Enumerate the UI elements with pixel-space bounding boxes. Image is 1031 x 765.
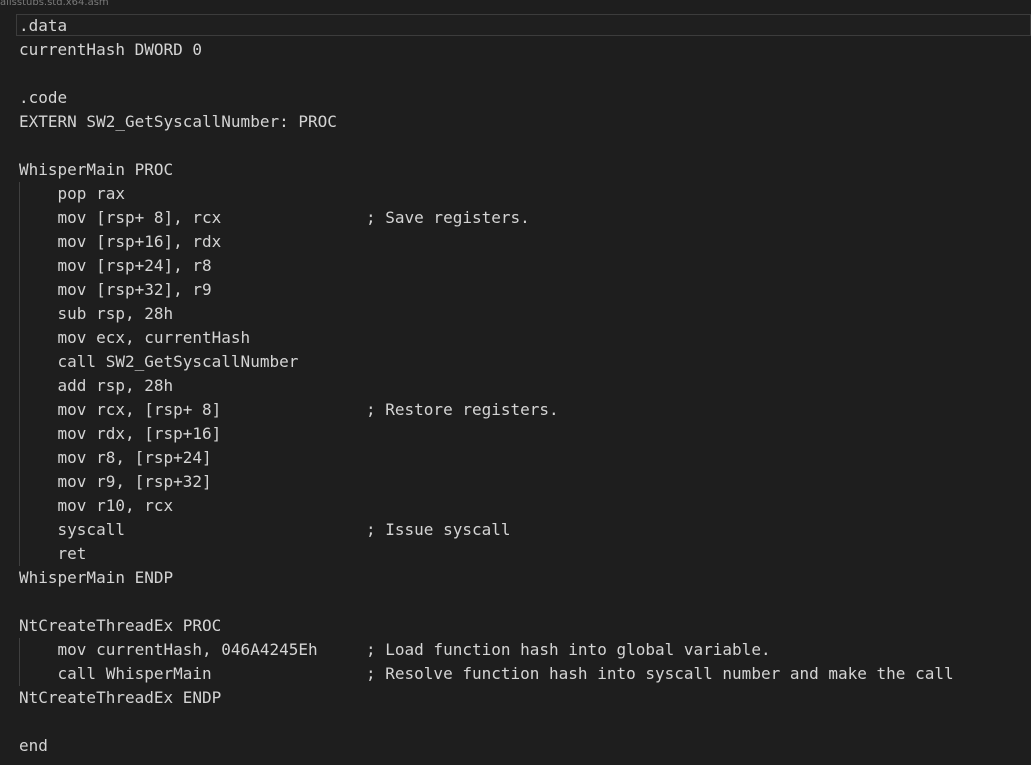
code-line[interactable]: mov rcx, [rsp+ 8] ; Restore registers. — [19, 398, 954, 422]
code-line[interactable] — [19, 62, 954, 86]
code-text: WhisperMain PROC — [19, 160, 174, 179]
code-line[interactable]: WhisperMain ENDP — [19, 566, 954, 590]
code-text: mov r8, [rsp+24] — [19, 448, 212, 467]
code-line[interactable]: end — [19, 734, 954, 758]
code-comment: ; Issue syscall — [366, 520, 511, 539]
code-line[interactable]: mov r9, [rsp+32] — [19, 470, 954, 494]
code-text: pop rax — [19, 184, 125, 203]
code-text: mov [rsp+32], r9 — [19, 280, 212, 299]
code-line[interactable]: mov [rsp+ 8], rcx ; Save registers. — [19, 206, 954, 230]
code-text: mov rcx, [rsp+ 8] — [19, 400, 222, 419]
code-text: sub rsp, 28h — [19, 304, 174, 323]
code-text: ret — [19, 544, 87, 563]
code-text: mov [rsp+24], r8 — [19, 256, 212, 275]
code-line[interactable]: WhisperMain PROC — [19, 158, 954, 182]
code-text: .code — [19, 88, 68, 107]
code-comment: ; Restore registers. — [366, 400, 559, 419]
code-text: syscall — [19, 520, 125, 539]
code-text: mov rdx, [rsp+16] — [19, 424, 222, 443]
code-line[interactable]: NtCreateThreadEx ENDP — [19, 686, 954, 710]
code-line[interactable]: syscall ; Issue syscall — [19, 518, 954, 542]
code-text: NtCreateThreadEx PROC — [19, 616, 222, 635]
code-comment: ; Resolve function hash into syscall num… — [366, 664, 954, 683]
code-text: NtCreateThreadEx ENDP — [19, 688, 222, 707]
code-text: end — [19, 736, 48, 755]
code-line[interactable]: mov r10, rcx — [19, 494, 954, 518]
code-line[interactable]: mov r8, [rsp+24] — [19, 446, 954, 470]
code-line[interactable]: mov [rsp+32], r9 — [19, 278, 954, 302]
code-line[interactable]: mov currentHash, 046A4245Eh ; Load functi… — [19, 638, 954, 662]
code-text: .data — [19, 16, 68, 35]
code-line[interactable]: mov rdx, [rsp+16] — [19, 422, 954, 446]
code-text: mov r9, [rsp+32] — [19, 472, 212, 491]
code-comment: ; Save registers. — [366, 208, 530, 227]
code-line[interactable]: .code — [19, 86, 954, 110]
code-text: mov [rsp+ 8], rcx — [19, 208, 222, 227]
code-text: mov r10, rcx — [19, 496, 174, 515]
code-line[interactable]: .data — [19, 14, 954, 38]
code-line[interactable]: NtCreateThreadEx PROC — [19, 614, 954, 638]
code-text: mov [rsp+16], rdx — [19, 232, 222, 251]
code-line[interactable] — [19, 134, 954, 158]
code-line[interactable]: add rsp, 28h — [19, 374, 954, 398]
code-comment: ; Load function hash into global variabl… — [366, 640, 771, 659]
code-line[interactable] — [19, 710, 954, 734]
code-line[interactable] — [19, 590, 954, 614]
code-line[interactable]: mov [rsp+24], r8 — [19, 254, 954, 278]
code-editor[interactable]: allsstubs.std.x64.asm .data currentHash D… — [0, 0, 1031, 765]
code-text: WhisperMain ENDP — [19, 568, 174, 587]
code-text: currentHash DWORD 0 — [19, 40, 203, 59]
code-line[interactable]: call SW2_GetSyscallNumber — [19, 350, 954, 374]
code-text: mov ecx, currentHash — [19, 328, 251, 347]
code-text: EXTERN SW2_GetSyscallNumber: PROC — [19, 112, 337, 131]
code-line[interactable]: EXTERN SW2_GetSyscallNumber: PROC — [19, 110, 954, 134]
code-text: mov currentHash, 046A4245Eh — [19, 640, 318, 659]
code-text: call SW2_GetSyscallNumber — [19, 352, 299, 371]
code-lines: .data currentHash DWORD 0 .code EXTERN SW2_… — [19, 14, 954, 758]
code-line[interactable]: pop rax — [19, 182, 954, 206]
code-line[interactable]: ret — [19, 542, 954, 566]
code-line[interactable]: call WhisperMain ; Resolve function hash … — [19, 662, 954, 686]
file-tab-title[interactable]: allsstubs.std.x64.asm — [0, 0, 109, 9]
code-text: call WhisperMain — [19, 664, 212, 683]
code-line[interactable]: mov ecx, currentHash — [19, 326, 954, 350]
code-line[interactable]: mov [rsp+16], rdx — [19, 230, 954, 254]
code-text: add rsp, 28h — [19, 376, 174, 395]
code-line[interactable]: sub rsp, 28h — [19, 302, 954, 326]
code-line[interactable]: currentHash DWORD 0 — [19, 38, 954, 62]
